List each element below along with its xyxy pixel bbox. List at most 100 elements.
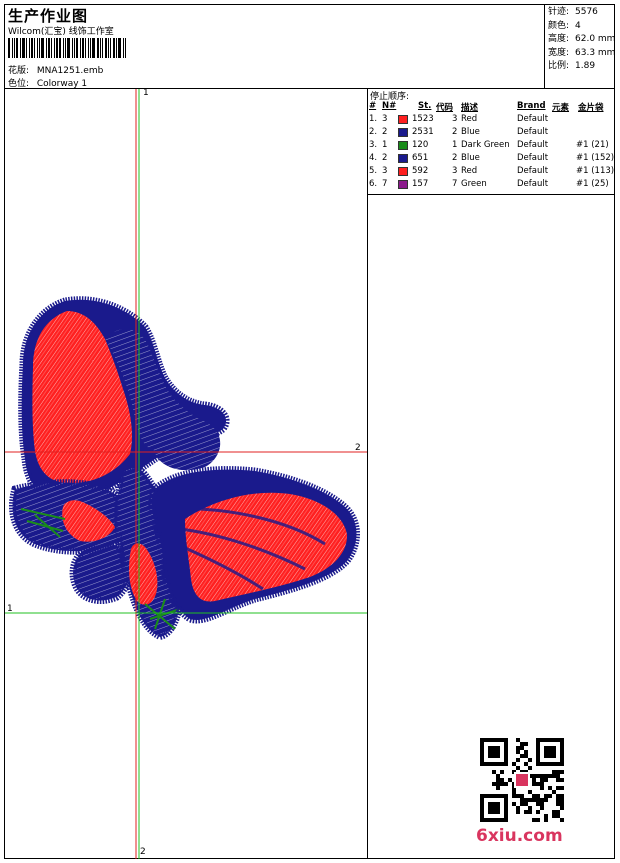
qr-module (540, 786, 544, 790)
qr-module (524, 798, 528, 802)
row-brand: Default (517, 127, 549, 137)
qr-module (528, 790, 532, 794)
design-value: MNA1251.emb (36, 66, 104, 76)
barcode-bar (100, 38, 101, 58)
barcode-bar (82, 38, 84, 58)
qr-module (524, 754, 528, 758)
color-swatch (398, 141, 408, 150)
qr-module (488, 746, 500, 758)
qr-module (512, 762, 516, 766)
qr-module (524, 802, 528, 806)
qr-module (516, 766, 520, 770)
barcode-bar (92, 38, 95, 58)
qr-module (496, 774, 500, 778)
qr-module (492, 770, 496, 774)
design-stats: 针迹: 5576 颜色: 4 高度: 62.0 mm 宽度: 63.3 mm 比例: 1.… (548, 6, 615, 74)
barcode-bar (65, 38, 66, 58)
table-row: 5. 3 592 3 Red Default #1 (113) (368, 165, 614, 178)
row-sequin: #1 (152) (576, 153, 615, 163)
qr-module (520, 802, 524, 806)
qr-module (532, 782, 536, 786)
guide-label-right: 2 (355, 443, 361, 453)
row-needle: 2 (382, 153, 388, 163)
qr-module (544, 794, 548, 798)
col-element: 元素 (552, 103, 570, 113)
row-num: 4. (369, 153, 378, 163)
qr-module (540, 798, 544, 802)
row-stitches: 651 (412, 153, 429, 163)
stats-divider (544, 4, 545, 88)
row-brand: Default (517, 166, 549, 176)
qr-module (548, 786, 552, 790)
stat-label: 高度: (548, 34, 570, 44)
qr-module (540, 778, 544, 782)
table-row: 4. 2 651 2 Blue Default #1 (152) (368, 152, 614, 165)
qr-module (560, 818, 564, 822)
row-brand: Default (517, 179, 549, 189)
col-brand: Brand (517, 101, 546, 111)
stat-label: 比例: (548, 61, 570, 71)
qr-module (516, 794, 520, 798)
barcode-bar (22, 38, 25, 58)
barcode-bar (14, 38, 15, 58)
qr-module (552, 790, 556, 794)
barcode-bar (34, 38, 35, 58)
qr-module (500, 782, 504, 786)
qr-module (540, 806, 544, 810)
qr-module (548, 794, 552, 798)
qr-module (556, 786, 560, 790)
row-num: 5. (369, 166, 378, 176)
row-code: 3 (452, 166, 458, 176)
barcode-bar (88, 38, 89, 58)
qr-module (512, 790, 516, 794)
barcode-bar (56, 38, 58, 58)
stat-value: 1.89 (575, 61, 596, 71)
stat-label: 颜色: (548, 20, 570, 31)
row-needle: 3 (382, 114, 388, 124)
qr-module (488, 802, 500, 814)
qr-module (496, 786, 500, 790)
qr-module (552, 774, 556, 778)
barcode-bar (113, 38, 115, 58)
qr-module (540, 782, 544, 786)
qr-module (536, 794, 540, 798)
qr-module (516, 810, 520, 814)
barcode-bar (108, 38, 109, 58)
design-canvas: 1 2 1 2 (5, 88, 367, 859)
qr-module (552, 770, 556, 774)
colorway-value: Colorway 1 (36, 79, 88, 89)
qr-module (544, 778, 548, 782)
qr-module (532, 798, 536, 802)
qr-module (496, 782, 500, 786)
barcode-bar (51, 38, 52, 58)
qr-module (520, 794, 524, 798)
qr-module (544, 818, 548, 822)
qr-module (532, 778, 536, 782)
qr-module (520, 742, 524, 746)
row-stitches: 120 (412, 140, 429, 150)
barcode-bar (8, 38, 10, 58)
barcode-bar (26, 38, 27, 58)
qr-module (516, 746, 520, 750)
qr-module (508, 778, 512, 782)
qr-module (556, 774, 560, 778)
row-desc: Dark Green (461, 140, 510, 150)
barcode-bar (118, 38, 121, 58)
barcode-bar (16, 38, 18, 58)
qr-module (536, 818, 540, 822)
barcode-bar (97, 38, 99, 58)
row-brand: Default (517, 114, 549, 124)
studio-name: Wilcom(汇宝) 线饰工作室 (8, 27, 114, 37)
qr-module (560, 806, 564, 810)
barcode-bar (76, 38, 78, 58)
row-desc: Red (461, 166, 478, 176)
row-sequin: #1 (25) (576, 179, 609, 189)
row-brand: Default (517, 140, 549, 150)
row-code: 2 (452, 127, 458, 137)
colorway-label: 色位: (8, 79, 30, 89)
col-desc: 描述 (461, 103, 479, 113)
qr-code-icon (480, 738, 564, 822)
row-stitches: 592 (412, 166, 429, 176)
page-title: 生产作业图 (8, 7, 89, 25)
stop-sequence-table: # N# St. 代码 描述 Brand 元素 金片袋 1. 3 1523 3 Red D… (368, 100, 614, 191)
